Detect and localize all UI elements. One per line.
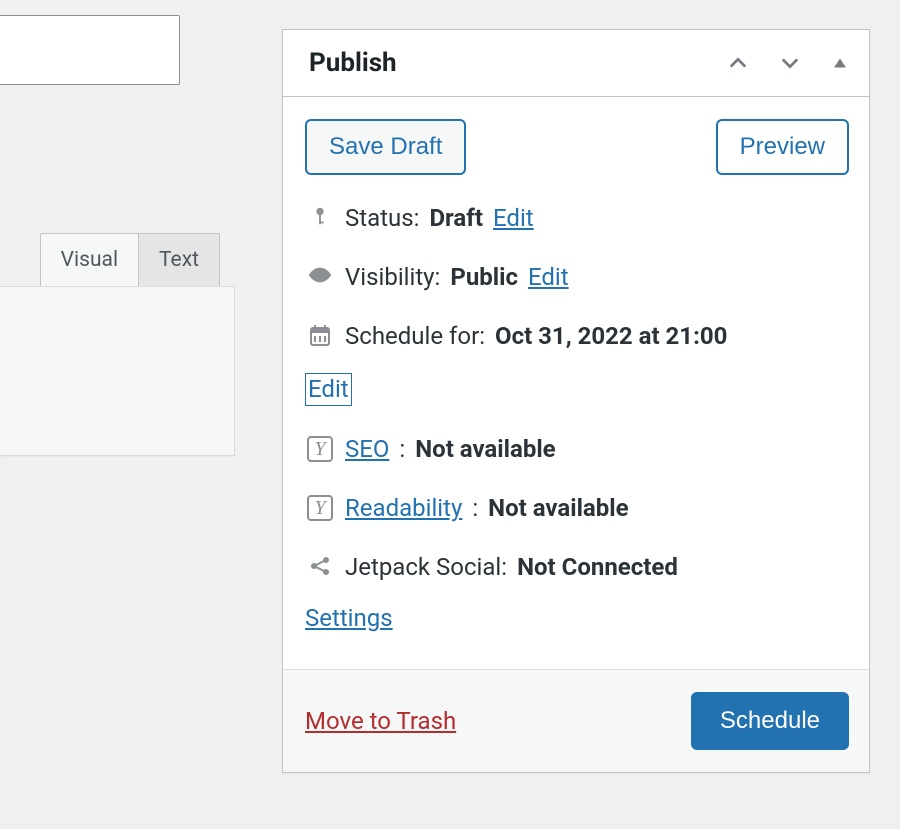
yoast-icon: Y bbox=[305, 436, 335, 462]
chevron-up-icon[interactable] bbox=[727, 52, 749, 74]
status-value: Draft bbox=[429, 203, 483, 234]
status-label: Status: bbox=[345, 203, 419, 234]
schedule-button[interactable]: Schedule bbox=[691, 692, 849, 750]
schedule-value: Oct 31, 2022 at 21:00 bbox=[495, 321, 727, 352]
seo-sep: : bbox=[399, 434, 405, 465]
editor-tabs: Visual Text bbox=[0, 224, 235, 286]
publish-metabox: Publish Save Draft Preview Status: Draft… bbox=[282, 29, 870, 773]
save-draft-button[interactable]: Save Draft bbox=[305, 119, 466, 175]
seo-link[interactable]: SEO bbox=[345, 434, 389, 465]
readability-link[interactable]: Readability bbox=[345, 493, 462, 524]
title-input[interactable] bbox=[0, 15, 180, 85]
readability-sep: : bbox=[472, 493, 478, 524]
editor-tabs-area: Visual Text bbox=[0, 224, 235, 456]
visibility-label: Visibility: bbox=[345, 262, 440, 293]
preview-button[interactable]: Preview bbox=[716, 119, 849, 175]
share-icon bbox=[305, 554, 335, 578]
seo-row: Y SEO: Not available bbox=[305, 434, 849, 465]
tab-text[interactable]: Text bbox=[138, 233, 220, 286]
editor-body[interactable] bbox=[0, 286, 235, 456]
publish-header[interactable]: Publish bbox=[283, 30, 869, 97]
eye-icon bbox=[305, 264, 335, 286]
schedule-edit-link[interactable]: Edit bbox=[305, 373, 352, 406]
seo-value: Not available bbox=[415, 434, 555, 465]
publish-body: Save Draft Preview Status: Draft Edit Vi… bbox=[283, 97, 869, 669]
publish-footer: Move to Trash Schedule bbox=[283, 669, 869, 772]
schedule-row: Schedule for: Oct 31, 2022 at 21:00 Edit bbox=[305, 321, 849, 405]
readability-value: Not available bbox=[488, 493, 628, 524]
readability-row: Y Readability: Not available bbox=[305, 493, 849, 524]
triangle-up-icon[interactable] bbox=[831, 54, 849, 72]
tab-visual[interactable]: Visual bbox=[40, 233, 138, 286]
yoast-icon: Y bbox=[305, 495, 335, 521]
status-edit-link[interactable]: Edit bbox=[493, 203, 534, 234]
calendar-icon bbox=[305, 323, 335, 347]
chevron-down-icon[interactable] bbox=[779, 52, 801, 74]
move-to-trash-link[interactable]: Move to Trash bbox=[305, 707, 456, 735]
key-icon bbox=[305, 205, 335, 227]
visibility-value: Public bbox=[450, 262, 518, 293]
social-settings-link[interactable]: Settings bbox=[305, 603, 393, 634]
visibility-edit-link[interactable]: Edit bbox=[528, 262, 569, 293]
social-row: Jetpack Social: Not Connected Settings bbox=[305, 552, 849, 634]
social-label: Jetpack Social: bbox=[345, 552, 507, 583]
publish-title: Publish bbox=[309, 48, 727, 78]
schedule-label: Schedule for: bbox=[345, 321, 485, 352]
social-value: Not Connected bbox=[517, 552, 678, 583]
status-row: Status: Draft Edit bbox=[305, 203, 849, 234]
visibility-row: Visibility: Public Edit bbox=[305, 262, 849, 293]
